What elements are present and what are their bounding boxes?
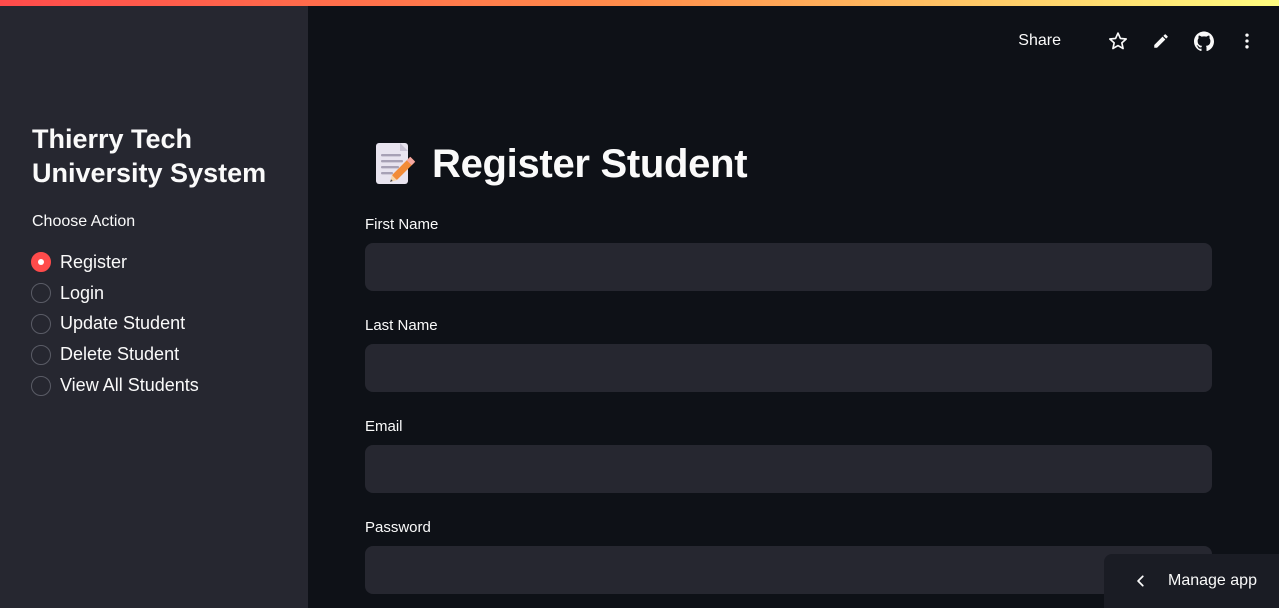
radio-label: View All Students	[60, 375, 199, 396]
first-name-field-group: First Name	[365, 216, 1212, 291]
page-title: Register Student	[372, 140, 748, 188]
manage-app-button[interactable]: Manage app	[1104, 554, 1279, 608]
radio-button[interactable]	[31, 313, 51, 334]
radio-option-update-student[interactable]: Update Student	[31, 309, 199, 340]
password-input[interactable]	[365, 546, 1212, 594]
top-decoration-line	[0, 0, 1279, 6]
last-name-field-group: Last Name	[365, 317, 1212, 392]
email-field-group: Email	[365, 418, 1212, 493]
radio-button[interactable]	[31, 252, 51, 273]
email-label: Email	[365, 418, 403, 435]
share-button[interactable]: Share	[1018, 32, 1061, 50]
radio-option-delete-student[interactable]: Delete Student	[31, 339, 199, 370]
radio-label: Update Student	[60, 313, 186, 334]
radio-option-register[interactable]: Register	[31, 247, 199, 278]
last-name-input[interactable]	[365, 344, 1212, 392]
sidebar: Thierry Tech University System Choose Ac…	[0, 0, 308, 608]
radio-button[interactable]	[31, 375, 51, 396]
github-icon[interactable]	[1194, 31, 1214, 51]
radio-option-view-all-students[interactable]: View All Students	[31, 370, 199, 401]
choose-action-label: Choose Action	[32, 213, 136, 230]
radio-button[interactable]	[31, 283, 51, 304]
more-vertical-icon[interactable]	[1237, 31, 1257, 51]
radio-option-login[interactable]: Login	[31, 278, 199, 309]
radio-button[interactable]	[31, 344, 51, 365]
chevron-left-icon	[1134, 574, 1148, 588]
pencil-icon[interactable]	[1151, 31, 1171, 51]
email-input[interactable]	[365, 445, 1212, 493]
star-icon[interactable]	[1108, 31, 1128, 51]
manage-app-label: Manage app	[1168, 572, 1257, 589]
radio-label: Login	[60, 282, 105, 303]
password-field-group: Password	[365, 519, 1212, 594]
radio-label: Delete Student	[60, 344, 180, 365]
action-radio-group: Register Login Update Student Delete Stu…	[31, 247, 199, 401]
sidebar-title: Thierry Tech University System	[32, 124, 267, 188]
memo-icon	[372, 140, 418, 188]
page-title-text: Register Student	[432, 141, 748, 186]
header-actions: Share	[1018, 28, 1257, 54]
last-name-label: Last Name	[365, 317, 438, 334]
first-name-label: First Name	[365, 216, 439, 233]
password-label: Password	[365, 519, 431, 536]
radio-label: Register	[60, 251, 128, 272]
first-name-input[interactable]	[365, 243, 1212, 291]
